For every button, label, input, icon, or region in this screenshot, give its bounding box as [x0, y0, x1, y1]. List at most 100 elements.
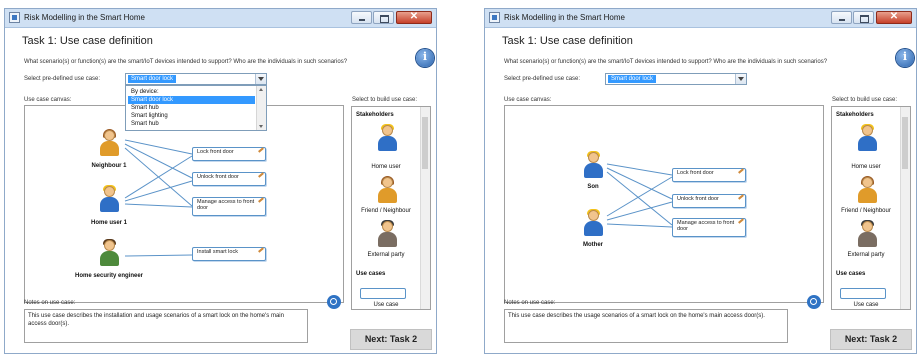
chevron-down-icon[interactable] [255, 74, 266, 84]
chevron-down-icon[interactable] [735, 74, 746, 84]
scrollbar-thumb[interactable] [902, 117, 908, 169]
info-glyph: i [902, 50, 908, 63]
notes-label: Notes on use case: [24, 300, 76, 306]
notes-textarea[interactable]: This use case describes the usage scenar… [504, 309, 788, 343]
task-question: What scenario(s) or function(s) are the … [504, 59, 828, 65]
search-icon[interactable] [327, 295, 341, 309]
use-cases-heading: Use cases [356, 271, 386, 277]
actor-body [858, 136, 877, 151]
right-window: Risk Modelling in the Smart Home ✕ Task … [484, 8, 917, 354]
actor-security-engineer[interactable] [98, 239, 120, 270]
build-label: Select to build use case: [832, 97, 898, 103]
dropdown-group-header: By device: [131, 89, 159, 95]
toolbox-scrollbar[interactable] [420, 107, 430, 309]
use-case-dropdown-list[interactable]: By device: Smart door lock Smart hub Sma… [125, 85, 267, 131]
pencil-icon[interactable] [738, 218, 744, 224]
notes-label: Notes on use case: [504, 300, 556, 306]
window-title: Risk Modelling in the Smart Home [504, 13, 625, 22]
use-case-label: Manage access to front door [677, 220, 735, 232]
use-case-template[interactable] [360, 288, 406, 299]
notes-textarea[interactable]: This use case describes the installation… [24, 309, 308, 343]
use-case-template[interactable] [840, 288, 886, 299]
stakeholder-friend-icon[interactable] [376, 176, 398, 207]
stakeholders-heading: Stakeholders [836, 112, 874, 118]
actor-son[interactable] [582, 151, 604, 182]
pencil-icon[interactable] [738, 168, 744, 174]
use-case-canvas[interactable]: Son Mother Lock front door Unlock front … [504, 105, 824, 303]
scrollbar-thumb[interactable] [422, 117, 428, 169]
use-case-lock[interactable]: Lock front door [672, 168, 746, 182]
actor-head [588, 210, 599, 221]
stakeholder-home-user-icon[interactable] [856, 124, 878, 155]
canvas-label: Use case canvas: [504, 97, 552, 103]
actor-head [382, 125, 393, 136]
close-icon: ✕ [889, 11, 899, 22]
app-icon [9, 12, 20, 23]
actor-head [862, 221, 873, 232]
use-case-manage-access[interactable]: Manage access to front door [672, 218, 746, 237]
actor-head [588, 152, 599, 163]
actor-body [100, 141, 119, 156]
maximize-icon[interactable] [853, 11, 874, 24]
stakeholder-label: Friend / Neighbour [841, 208, 891, 214]
info-glyph: i [422, 50, 428, 63]
dropdown-option[interactable]: Smart door lock [128, 96, 255, 104]
dropdown-option[interactable]: Smart hub [128, 104, 159, 112]
close-button[interactable]: ✕ [396, 11, 432, 24]
actor-mother[interactable] [582, 209, 604, 240]
pencil-icon[interactable] [258, 172, 264, 178]
actor-head [104, 240, 115, 251]
dropdown-scrollbar[interactable] [256, 86, 266, 130]
title-bar: Risk Modelling in the Smart Home ✕ [5, 9, 436, 28]
actor-body [858, 232, 877, 247]
actor-body [100, 197, 119, 212]
stakeholder-home-user-icon[interactable] [376, 124, 398, 155]
pencil-icon[interactable] [738, 194, 744, 200]
actor-body [378, 188, 397, 203]
minimize-icon[interactable] [351, 11, 372, 24]
pencil-icon[interactable] [258, 247, 264, 253]
use-case-template-label: Use case [853, 302, 879, 308]
task-question: What scenario(s) or function(s) are the … [24, 59, 348, 65]
use-case-label: Manage access to front door [197, 199, 255, 211]
actor-label-home-user: Home user 1 [90, 220, 127, 226]
dropdown-option[interactable]: Smart lighting [128, 112, 168, 120]
close-icon: ✕ [409, 11, 419, 22]
search-icon[interactable] [807, 295, 821, 309]
dropdown-option[interactable]: Smart hub [128, 120, 159, 128]
use-case-install[interactable]: Install smart lock [192, 247, 266, 261]
toolbox-scrollbar[interactable] [900, 107, 910, 309]
actor-body [100, 251, 119, 266]
use-case-lock[interactable]: Lock front door [192, 147, 266, 161]
stakeholder-friend-icon[interactable] [856, 176, 878, 207]
stakeholder-external-icon[interactable] [856, 220, 878, 251]
use-case-canvas[interactable]: Neighbour 1 Home user 1 Home security en… [24, 105, 344, 303]
use-case-label: Lock front door [197, 149, 234, 155]
info-icon[interactable]: i [416, 49, 434, 67]
next-task-button[interactable]: Next: Task 2 [350, 329, 432, 350]
maximize-icon[interactable] [373, 11, 394, 24]
close-button[interactable]: ✕ [876, 11, 912, 24]
canvas-label: Use case canvas: [24, 97, 72, 103]
association-lines [606, 163, 673, 228]
pencil-icon[interactable] [258, 197, 264, 203]
actor-head [862, 177, 873, 188]
use-case-unlock[interactable]: Unlock front door [672, 194, 746, 208]
actor-label-mother: Mother [583, 242, 603, 248]
minimize-icon[interactable] [831, 11, 852, 24]
next-task-button[interactable]: Next: Task 2 [830, 329, 912, 350]
pencil-icon[interactable] [258, 147, 264, 153]
window-title: Risk Modelling in the Smart Home [24, 13, 145, 22]
actor-label-security-engineer: Home security engineer [74, 273, 144, 279]
title-bar: Risk Modelling in the Smart Home ✕ [485, 9, 916, 28]
use-case-manage-access[interactable]: Manage access to front door [192, 197, 266, 216]
actor-body [858, 188, 877, 203]
task-title: Task 1: Use case definition [22, 35, 153, 47]
use-case-select[interactable]: Smart door lock [605, 73, 747, 85]
use-case-unlock[interactable]: Unlock front door [192, 172, 266, 186]
info-icon[interactable]: i [896, 49, 914, 67]
actor-neighbour[interactable] [98, 129, 120, 160]
actor-home-user[interactable] [98, 185, 120, 216]
use-case-select[interactable]: Smart door lock [125, 73, 267, 85]
stakeholder-external-icon[interactable] [376, 220, 398, 251]
